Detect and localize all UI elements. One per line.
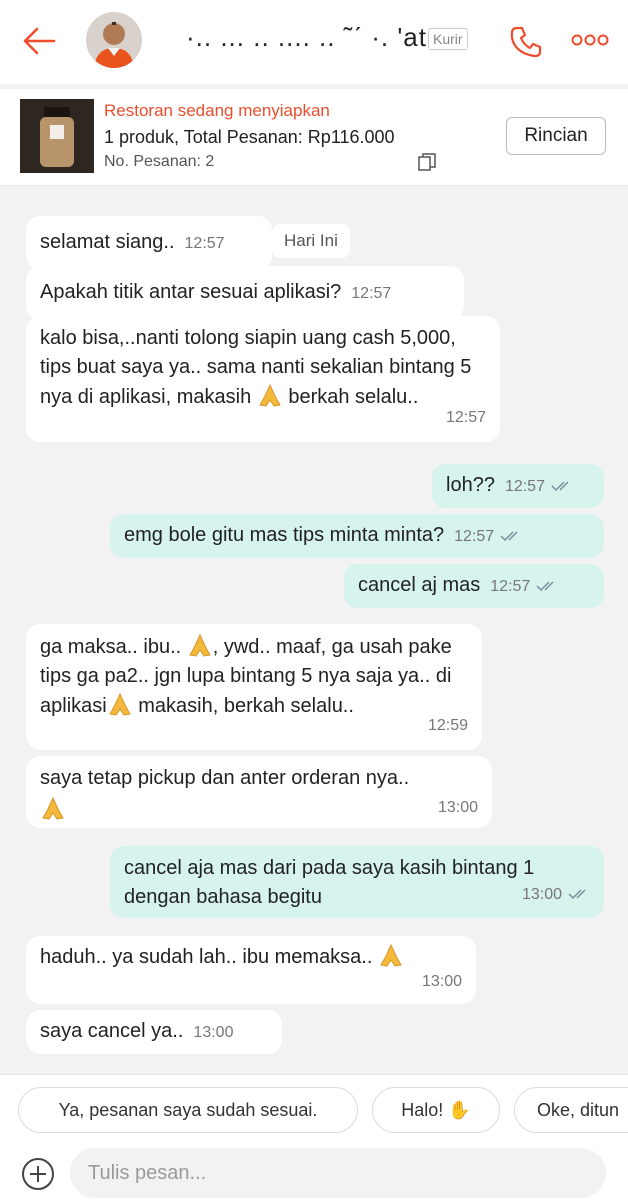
chat-area[interactable]: selamat siang.. 12:57 Hari Ini Apakah tit…	[0, 188, 628, 1074]
read-receipt-icon	[536, 581, 554, 591]
message-time: 12:57	[351, 285, 392, 302]
quick-replies-bar: Ya, pesanan saya sudah sesuai. Halo! ✋ O…	[0, 1074, 628, 1144]
order-card[interactable]: Restoran sedang menyiapkan 1 produk, Tot…	[0, 88, 628, 186]
message-outgoing: emg bole gitu mas tips minta minta? 12:57	[110, 514, 604, 558]
product-thumbnail	[20, 99, 94, 173]
message-incoming: kalo bisa,..nanti tolong siapin uang cas…	[26, 316, 500, 442]
pray-emoji-icon	[108, 692, 131, 716]
driver-name: ·.. ... .. .... .. ˜ˊ ·. 'at	[186, 22, 427, 52]
message-text: cancel aja mas dari pada saya kasih bint…	[124, 857, 535, 908]
message-text: haduh.. ya sudah lah.. ibu memaksa..	[40, 946, 378, 968]
message-text: emg bole gitu mas tips minta minta?	[124, 524, 445, 546]
more-icon[interactable]	[570, 32, 610, 48]
role-badge: Kurir	[428, 28, 468, 50]
pray-emoji-icon	[188, 633, 211, 657]
wave-emoji-icon: ✋	[448, 1100, 471, 1120]
read-receipt-icon	[568, 889, 586, 899]
message-input[interactable]	[70, 1148, 606, 1198]
message-time: 12:57	[454, 528, 495, 545]
chat-header: ·.. ... .. .... .. ˜ˊ ·. 'at Kurir	[0, 0, 628, 84]
add-attachment-button[interactable]	[22, 1158, 54, 1190]
message-text: Apakah titik antar sesuai aplikasi?	[40, 281, 342, 303]
message-time: 12:59	[427, 717, 468, 734]
message-composer	[0, 1144, 628, 1200]
message-incoming: saya cancel ya.. 13:00	[26, 1010, 282, 1054]
copy-icon[interactable]	[418, 153, 436, 171]
back-arrow-icon[interactable]	[22, 26, 56, 56]
quick-reply-label: Halo!	[401, 1100, 449, 1120]
message-outgoing: cancel aj mas 12:57	[344, 564, 604, 608]
message-text: saya tetap pickup dan anter orderan nya.…	[40, 767, 410, 789]
order-status: Restoran sedang menyiapkan	[104, 101, 330, 120]
pray-emoji-icon	[42, 796, 64, 820]
message-time: 13:00	[193, 1024, 234, 1041]
message-time: 13:00	[421, 973, 462, 990]
quick-reply-chip[interactable]: Oke, ditun	[514, 1087, 628, 1133]
driver-photo	[86, 12, 142, 68]
message-incoming: Apakah titik antar sesuai aplikasi? 12:57	[26, 266, 464, 320]
message-time: 13:00	[521, 886, 562, 903]
message-outgoing: cancel aja mas dari pada saya kasih bint…	[110, 846, 604, 918]
pray-emoji-icon	[258, 383, 281, 407]
message-time: 12:57	[504, 478, 545, 495]
message-time: 12:57	[445, 409, 486, 426]
order-summary: 1 produk, Total Pesanan: Rp116.000	[104, 127, 395, 147]
message-text: cancel aj mas	[358, 574, 481, 596]
plus-icon	[30, 1166, 46, 1182]
message-incoming: ga maksa.. ibu.. , ywd.. maaf, ga usah p…	[26, 624, 482, 750]
message-time: 12:57	[184, 235, 225, 252]
message-incoming: saya tetap pickup dan anter orderan nya.…	[26, 756, 492, 828]
message-text: berkah selalu..	[282, 386, 419, 408]
quick-reply-chip[interactable]: Halo! ✋	[372, 1087, 500, 1133]
message-outgoing: loh?? 12:57	[432, 464, 604, 508]
message-text: makasih, berkah selalu..	[132, 695, 354, 717]
message-text: selamat siang..	[40, 231, 175, 253]
quick-reply-chip[interactable]: Ya, pesanan saya sudah sesuai.	[18, 1087, 358, 1133]
order-number: No. Pesanan: 2	[104, 153, 215, 170]
message-text: saya cancel ya..	[40, 1020, 184, 1042]
message-incoming: selamat siang.. 12:57	[26, 216, 272, 270]
message-time: 13:00	[437, 799, 478, 816]
avatar[interactable]	[86, 12, 142, 68]
order-detail-button[interactable]: Rincian	[506, 117, 606, 155]
message-incoming: haduh.. ya sudah lah.. ibu memaksa.. 13:…	[26, 936, 476, 1004]
pray-emoji-icon	[380, 943, 402, 967]
phone-icon[interactable]	[508, 24, 544, 60]
message-time: 12:57	[490, 578, 531, 595]
date-label: Hari Ini	[272, 224, 350, 258]
read-receipt-icon	[500, 531, 518, 541]
read-receipt-icon	[551, 481, 569, 491]
message-text: ga maksa.. ibu..	[40, 636, 187, 658]
message-text: loh??	[446, 474, 495, 496]
